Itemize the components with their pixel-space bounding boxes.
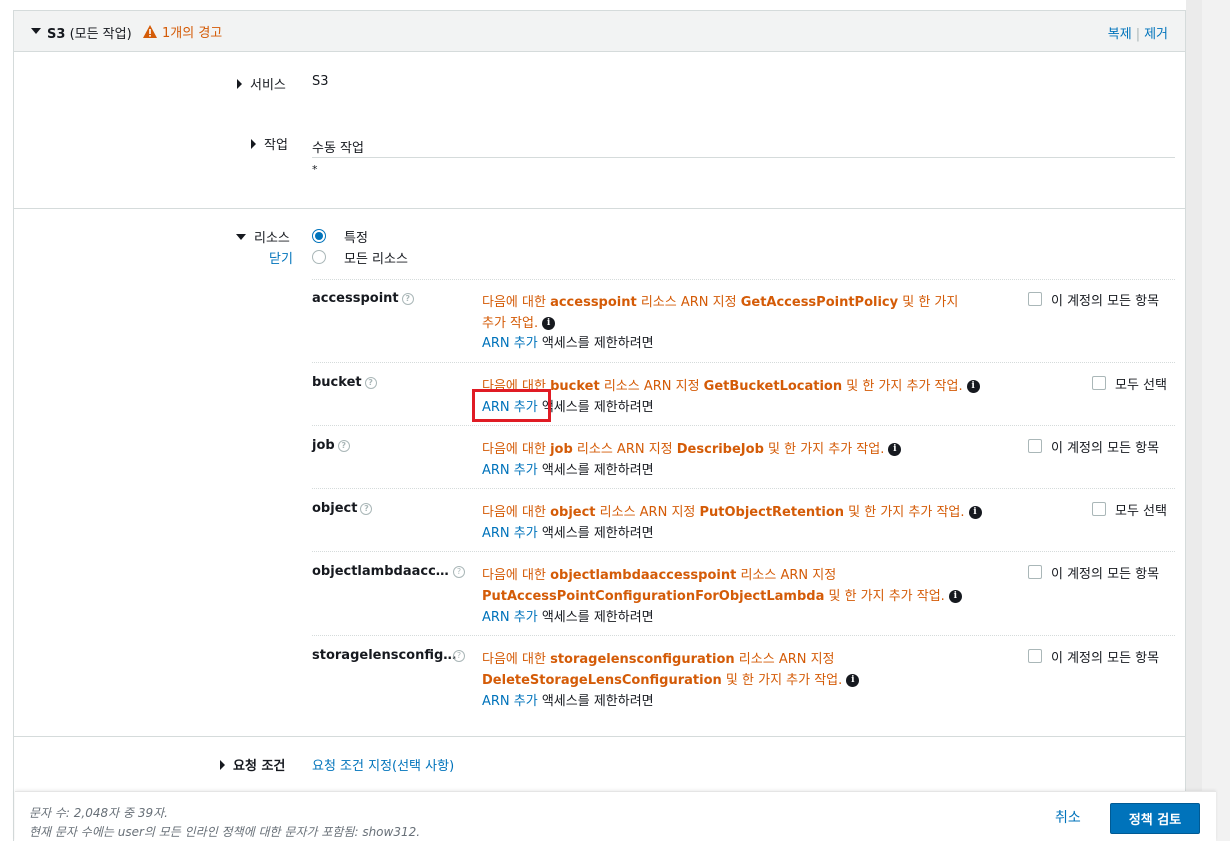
add-arn-row: ARN 추가 액세스를 제한하려면 bbox=[482, 336, 654, 351]
info-icon[interactable]: i bbox=[888, 443, 902, 456]
review-policy-button[interactable]: 정책 검토 bbox=[1110, 803, 1200, 834]
scrollbar-track[interactable] bbox=[1186, 0, 1202, 841]
help-icon[interactable]: ? bbox=[337, 439, 350, 452]
service-row-toggle[interactable]: 서비스 bbox=[237, 74, 286, 93]
checkbox-label: 모두 선택 bbox=[1115, 504, 1167, 519]
add-arn-link[interactable]: ARN 추가 bbox=[482, 694, 538, 709]
footer-bar: 문자 수: 2,048자 중 39자. 현재 문자 수에는 user의 모든 인… bbox=[15, 791, 1216, 841]
help-icon[interactable]: ? bbox=[360, 502, 373, 515]
resources-label: 리소스 bbox=[254, 231, 290, 246]
resource-instruction-line2: DeleteStorageLensConfiguration 및 한 가지 추가… bbox=[482, 669, 860, 688]
add-arn-row: ARN 추가 액세스를 제한하려면 bbox=[482, 463, 654, 478]
add-arn-row: ARN 추가 액세스를 제한하려면 bbox=[482, 610, 654, 625]
resource-instruction-line2: 추가 작업. i bbox=[482, 312, 556, 331]
service-name: S3 bbox=[47, 27, 66, 42]
collapse-caret-icon[interactable] bbox=[31, 28, 41, 34]
expand-caret-icon bbox=[220, 759, 225, 770]
checkbox-label: 이 계정의 모든 항목 bbox=[1051, 651, 1160, 666]
checkbox-select-all[interactable] bbox=[1092, 502, 1106, 516]
expand-caret-icon bbox=[237, 78, 242, 89]
expand-caret-icon bbox=[251, 138, 256, 149]
divider bbox=[312, 635, 1175, 636]
warning-icon bbox=[142, 24, 158, 39]
checkbox-any-in-account[interactable] bbox=[1028, 439, 1042, 453]
resources-row-toggle[interactable]: 리소스 bbox=[236, 227, 290, 246]
remove-link[interactable]: 제거 bbox=[1144, 27, 1168, 42]
warning-text: 1개의 경고 bbox=[162, 26, 223, 41]
info-icon[interactable]: i bbox=[542, 317, 556, 330]
divider bbox=[312, 362, 1175, 363]
divider bbox=[312, 425, 1175, 426]
info-icon[interactable]: i bbox=[846, 674, 860, 687]
request-conditions-toggle[interactable]: 요청 조건 bbox=[220, 755, 285, 774]
checkbox-label: 모두 선택 bbox=[1115, 378, 1167, 393]
resource-name: accesspoint? bbox=[312, 291, 414, 306]
help-icon[interactable]: ? bbox=[401, 292, 414, 305]
service-value: S3 bbox=[312, 74, 329, 89]
resource-instruction-line2: PutAccessPointConfigurationForObjectLamb… bbox=[482, 585, 962, 604]
close-link[interactable]: 닫기 bbox=[269, 248, 293, 267]
actions-value: * bbox=[312, 163, 318, 176]
checkbox-label: 이 계정의 모든 항목 bbox=[1051, 441, 1160, 456]
checkbox-any-in-account[interactable] bbox=[1028, 292, 1042, 306]
resource-instruction: 다음에 대한 bucket 리소스 ARN 지정 GetBucketLocati… bbox=[482, 375, 980, 394]
resource-name: job? bbox=[312, 438, 350, 453]
radio-specific-label: 특정 bbox=[344, 231, 368, 246]
help-icon[interactable]: ? bbox=[453, 566, 465, 578]
service-label: 서비스 bbox=[250, 78, 286, 93]
actions-label: 작업 bbox=[264, 138, 288, 153]
divider bbox=[312, 551, 1175, 552]
collapse-caret-icon bbox=[236, 233, 246, 240]
add-arn-link[interactable]: ARN 추가 bbox=[482, 336, 538, 351]
help-icon[interactable]: ? bbox=[453, 650, 465, 662]
resource-instruction: 다음에 대한 storagelensconfiguration 리소스 ARN … bbox=[482, 652, 835, 667]
checkbox-select-all[interactable] bbox=[1092, 376, 1106, 390]
info-icon[interactable]: i bbox=[948, 590, 962, 603]
checkbox-label: 이 계정의 모든 항목 bbox=[1051, 567, 1160, 582]
divider bbox=[312, 488, 1175, 489]
copy-link[interactable]: 복제 bbox=[1108, 27, 1132, 42]
divider: | bbox=[1135, 27, 1141, 42]
divider bbox=[312, 157, 1175, 158]
page-edge bbox=[1202, 0, 1230, 841]
add-arn-link[interactable]: ARN 추가 bbox=[482, 526, 538, 541]
service-scope: (모든 작업) bbox=[69, 27, 132, 42]
checkbox-any-in-account[interactable] bbox=[1028, 565, 1042, 579]
actions-row-toggle[interactable]: 작업 bbox=[251, 134, 288, 153]
add-arn-link[interactable]: ARN 추가 bbox=[482, 610, 538, 625]
section-divider bbox=[14, 736, 1185, 737]
divider bbox=[312, 279, 1175, 280]
section-divider bbox=[14, 208, 1185, 209]
help-icon[interactable]: ? bbox=[364, 376, 377, 389]
char-count-text: 문자 수: 2,048자 중 39자. bbox=[29, 806, 168, 820]
header-actions: 복제 | 제거 bbox=[1108, 23, 1168, 42]
radio-all-resources-label: 모든 리소스 bbox=[344, 252, 408, 267]
resource-name: bucket? bbox=[312, 375, 377, 390]
add-arn-row: ARN 추가 액세스를 제한하려면 bbox=[482, 694, 654, 709]
add-arn-row: ARN 추가 액세스를 제한하려면 bbox=[482, 526, 654, 541]
highlight-box bbox=[472, 389, 551, 422]
resource-name: objectlambdaacc… bbox=[312, 564, 449, 579]
request-conditions-label: 요청 조건 bbox=[233, 759, 286, 774]
resource-name: object? bbox=[312, 501, 373, 516]
radio-all-resources[interactable] bbox=[312, 250, 326, 264]
char-count-note: 현재 문자 수에는 user의 모든 인라인 정책에 대한 문자가 포함됨: s… bbox=[29, 825, 421, 839]
actions-title: 수동 작업 bbox=[312, 141, 364, 156]
resource-instruction: 다음에 대한 objectlambdaaccesspoint 리소스 ARN 지… bbox=[482, 568, 837, 583]
checkbox-any-in-account[interactable] bbox=[1028, 649, 1042, 663]
resource-instruction: 다음에 대한 job 리소스 ARN 지정 DescribeJob 및 한 가지… bbox=[482, 438, 902, 457]
resource-name: storagelensconfig… bbox=[312, 648, 457, 663]
info-icon[interactable]: i bbox=[966, 380, 980, 393]
checkbox-label: 이 계정의 모든 항목 bbox=[1051, 294, 1160, 309]
add-arn-link[interactable]: ARN 추가 bbox=[482, 463, 538, 478]
info-icon[interactable]: i bbox=[968, 506, 982, 519]
warning-badge[interactable]: 1개의 경고 bbox=[142, 22, 222, 41]
resource-instruction: 다음에 대한 accesspoint 리소스 ARN 지정 GetAccessP… bbox=[482, 295, 959, 310]
resource-instruction: 다음에 대한 object 리소스 ARN 지정 PutObjectRetent… bbox=[482, 501, 982, 520]
panel-header[interactable]: S3 (모든 작업) 1개의 경고 복제 | 제거 bbox=[14, 10, 1185, 52]
panel-title: S3 (모든 작업) bbox=[47, 23, 132, 42]
specify-conditions-link[interactable]: 요청 조건 지정(선택 사항) bbox=[312, 755, 454, 774]
radio-specific[interactable] bbox=[312, 229, 326, 243]
cancel-button[interactable]: 취소 bbox=[1055, 807, 1081, 827]
